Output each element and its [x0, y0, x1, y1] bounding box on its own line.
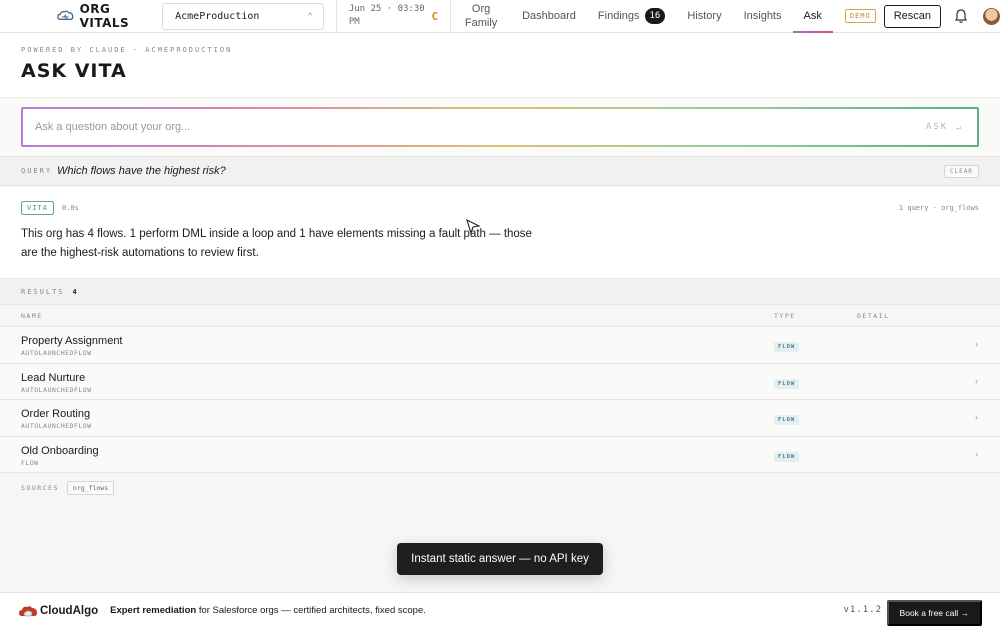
table-row[interactable]: Property Assignment AUTOLAUNCHEDFLOW FLO…: [0, 327, 1000, 364]
tab-label: Insights: [743, 10, 782, 22]
vita-tag: VITA: [21, 201, 54, 215]
row-name: Lead Nurture: [21, 371, 86, 384]
avatar[interactable]: [983, 7, 1000, 25]
tab-findings[interactable]: Findings 16: [587, 0, 676, 32]
row-subtype: AUTOLAUNCHEDFLOW: [21, 349, 92, 357]
row-subtype: FLOW: [21, 458, 39, 467]
tab-label: Ask: [803, 10, 822, 22]
table-row[interactable]: Old Onboarding FLOW FLOW ›: [0, 436, 1000, 473]
query-text: Which flows have the highest risk?: [57, 165, 226, 177]
mouse-cursor-icon: [466, 219, 480, 235]
tab-label: Findings: [597, 10, 640, 22]
ask-box: ASK ↵: [21, 107, 979, 147]
nav-actions: DEMO Rescan: [844, 0, 1000, 32]
bell-icon[interactable]: [953, 8, 969, 24]
page-title: ASK VITA: [21, 60, 127, 82]
org-select[interactable]: AcmeProduction ⌃: [162, 3, 324, 30]
row-subtype: AUTOLAUNCHEDFLOW: [21, 385, 92, 394]
ask-button-label: ASK: [925, 122, 949, 132]
query-label: QUERY: [21, 167, 53, 175]
row-name: Order Routing: [21, 408, 91, 420]
column-header-type: TYPE: [774, 312, 796, 320]
scan-info: Jun 25 · 03:30 PM C: [337, 0, 450, 32]
results-count: 4: [72, 287, 77, 296]
stethoscope-cloud-icon: [57, 10, 74, 20]
tab-org-family[interactable]: Org Family: [451, 0, 511, 32]
version-label: v1.1.2: [843, 605, 882, 615]
org-select-value: AcmeProduction: [175, 11, 260, 22]
table-row[interactable]: Lead Nurture AUTOLAUNCHEDFLOW FLOW ›: [0, 363, 1000, 400]
clear-button[interactable]: CLEAR: [943, 165, 979, 178]
results-header: RESULTS 4: [0, 278, 1000, 304]
findings-count-badge: 16: [644, 8, 666, 24]
ask-button[interactable]: ASK ↵: [926, 122, 977, 132]
results-label: RESULTS: [21, 287, 65, 296]
chevron-right-icon[interactable]: ›: [975, 412, 978, 422]
company-name: CloudAlgo: [40, 604, 99, 617]
chevron-right-icon[interactable]: ›: [975, 339, 978, 349]
tab-history[interactable]: History: [676, 0, 732, 32]
type-pill: FLOW: [774, 415, 800, 425]
cloudalgo-logo-icon: [19, 605, 37, 616]
answer-panel: VITA 0.0s 1 query · org_flows This org h…: [0, 187, 1000, 278]
footer: CloudAlgo Expert remediation for Salesfo…: [0, 592, 1000, 628]
chevron-right-icon[interactable]: ›: [975, 449, 978, 459]
row-name: Old Onboarding: [21, 444, 99, 457]
type-pill: FLOW: [774, 451, 800, 462]
table-row[interactable]: Order Routing AUTOLAUNCHEDFLOW FLOW ›: [0, 400, 1000, 437]
row-subtype: AUTOLAUNCHEDFLOW: [21, 422, 92, 430]
type-pill: FLOW: [774, 342, 800, 352]
column-header-detail: DETAIL: [857, 312, 890, 320]
footer-rest: for Salesforce orgs — certified architec…: [196, 605, 426, 616]
chevron-right-icon[interactable]: ›: [975, 376, 978, 386]
footer-lead: Expert remediation: [110, 605, 197, 616]
search-area: ASK ↵: [0, 97, 1000, 156]
tab-label: Org Family: [464, 3, 498, 29]
rescan-button[interactable]: Rescan: [883, 4, 941, 28]
tab-insights[interactable]: Insights: [733, 0, 793, 32]
powered-by-label: POWERED BY CLAUDE · ACMEPRODUCTION: [21, 46, 233, 54]
toast-notification: Instant static answer — no API key: [397, 543, 603, 575]
tab-ask[interactable]: Ask: [792, 0, 834, 33]
column-header-name: NAME: [21, 312, 43, 320]
top-nav: ORG VITALS AcmeProduction ⌃ Jun 25 · 03:…: [0, 0, 1000, 33]
sources-label: SOURCES: [21, 484, 59, 492]
type-pill: FLOW: [774, 378, 800, 389]
results-table: NAME TYPE DETAIL Property Assignment AUT…: [0, 304, 1000, 473]
sources: SOURCES org_flows: [21, 481, 115, 495]
row-name: Property Assignment: [21, 335, 123, 347]
tab-dashboard[interactable]: Dashboard: [511, 0, 587, 32]
footer-tagline: Expert remediation for Salesforce orgs —…: [110, 605, 426, 616]
table-header: NAME TYPE DETAIL: [0, 304, 1000, 327]
query-meta: 1 query · org_flows: [898, 204, 979, 212]
scan-date: Jun 25 · 03:30 PM: [348, 4, 425, 27]
enter-icon: ↵: [956, 122, 961, 132]
tab-label: Dashboard: [522, 10, 576, 22]
org-grade: C: [431, 9, 439, 23]
brand-name: ORG VITALS: [79, 2, 130, 30]
book-call-button[interactable]: Book a free call →: [886, 600, 982, 626]
ask-input[interactable]: [23, 109, 883, 145]
brand[interactable]: ORG VITALS: [0, 0, 150, 32]
source-chip[interactable]: org_flows: [66, 481, 115, 495]
query-row: QUERY Which flows have the highest risk?…: [0, 156, 1000, 186]
demo-badge: DEMO: [844, 9, 876, 23]
elapsed-time: 0.0s: [62, 204, 79, 212]
nav-tabs: Org Family Dashboard Findings 16 History …: [451, 0, 834, 33]
chevron-updown-icon: ⌃: [307, 11, 313, 22]
page-header: POWERED BY CLAUDE · ACMEPRODUCTION ASK V…: [0, 33, 1000, 97]
tab-label: History: [687, 10, 722, 22]
